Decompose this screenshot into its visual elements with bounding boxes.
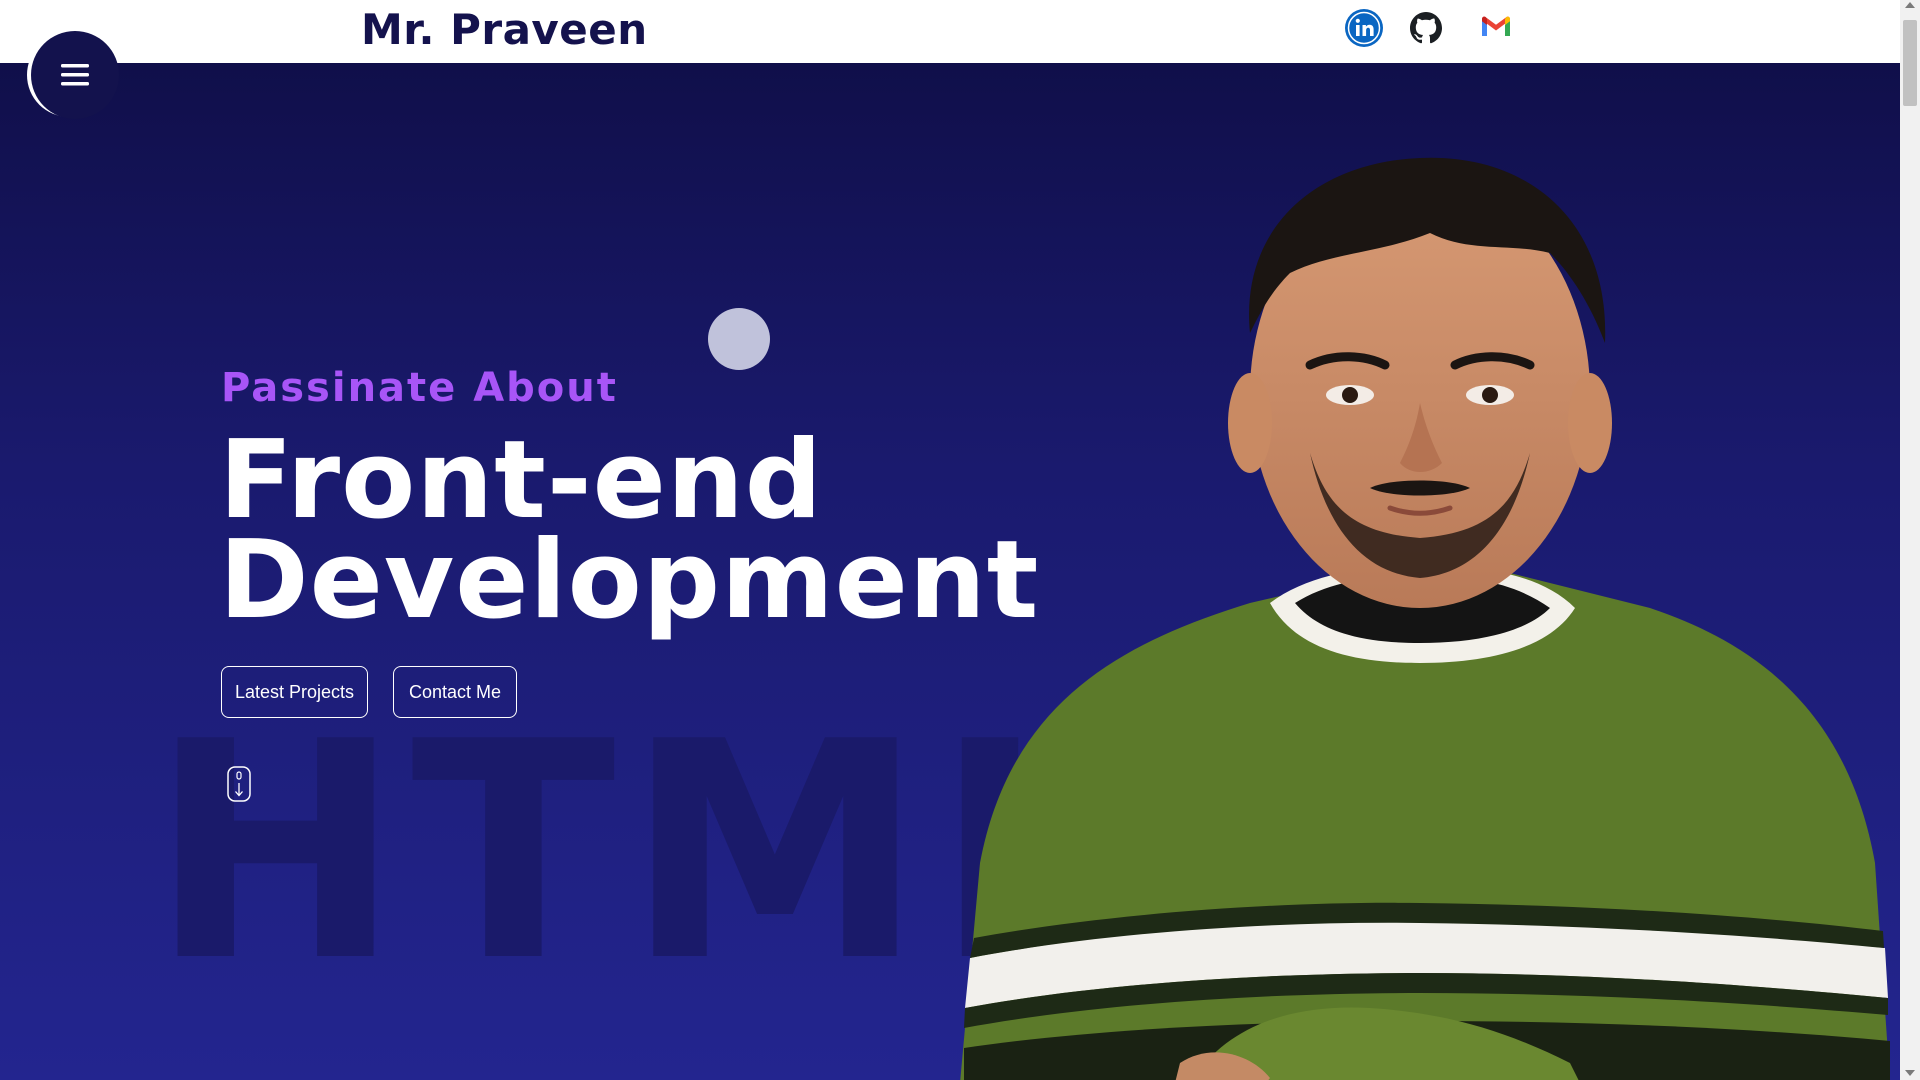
- gmail-icon[interactable]: [1476, 8, 1516, 48]
- scrollbar-thumb[interactable]: [1903, 20, 1917, 106]
- mouse-scroll-icon[interactable]: [227, 766, 251, 802]
- contact-me-button[interactable]: Contact Me: [393, 666, 517, 718]
- hamburger-menu-icon: [61, 64, 89, 86]
- linkedin-icon[interactable]: [1344, 8, 1384, 48]
- menu-button[interactable]: [31, 31, 119, 119]
- brand-name[interactable]: Mr. Praveen: [361, 5, 648, 54]
- hero-section: HTML Passinate About Front-end Developme…: [0, 63, 1900, 1080]
- scroll-down-arrow-icon[interactable]: [1905, 1070, 1915, 1076]
- profile-portrait: [960, 157, 1890, 1080]
- latest-projects-button[interactable]: Latest Projects: [221, 666, 368, 718]
- page-scrollbar[interactable]: [1900, 0, 1920, 1080]
- headline-line-2: Development: [219, 518, 1040, 643]
- top-navbar: Mr. Praveen: [0, 0, 1900, 63]
- hero-kicker: Passinate About: [221, 365, 618, 411]
- cursor-follower-dot: [708, 308, 770, 370]
- scroll-up-arrow-icon[interactable]: [1905, 2, 1915, 8]
- headline-line-1: Front-end: [219, 418, 824, 543]
- hero-headline: Front-end Development: [219, 418, 1040, 643]
- github-icon[interactable]: [1406, 8, 1446, 48]
